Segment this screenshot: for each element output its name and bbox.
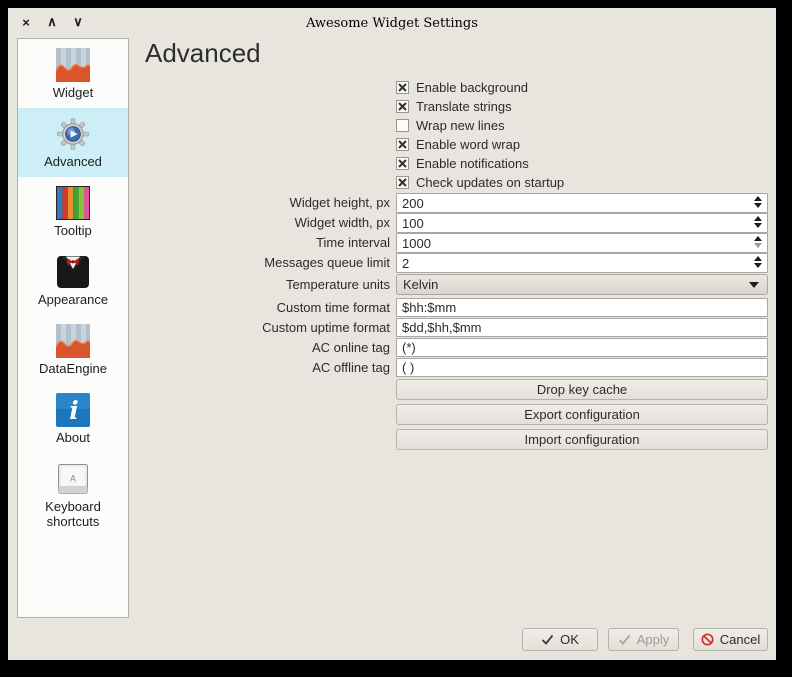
custom-time-format-row: Custom time format xyxy=(8,298,768,317)
spin-down-icon[interactable] xyxy=(754,203,762,208)
ok-button[interactable]: OK xyxy=(522,628,598,651)
window-controls: × ∧ ∨ xyxy=(18,13,86,31)
checkbox-label: Enable word wrap xyxy=(416,137,520,152)
cancel-icon xyxy=(701,633,714,646)
spinner-arrows[interactable] xyxy=(754,256,762,268)
checkbox-box[interactable] xyxy=(396,176,409,189)
window-title: Awesome Widget Settings xyxy=(8,8,776,31)
checkbox-group: Enable background Translate strings Wrap… xyxy=(396,78,564,192)
time-interval-spinbox[interactable] xyxy=(396,233,768,253)
cancel-button[interactable]: Cancel xyxy=(693,628,768,651)
spinner-arrows[interactable] xyxy=(754,196,762,208)
widget-width-row: Widget width, px xyxy=(8,213,768,233)
settings-window: × ∧ ∨ Awesome Widget Settings Widget xyxy=(8,8,776,660)
widget-height-row: Widget height, px xyxy=(8,193,768,213)
widget-height-spinbox[interactable] xyxy=(396,193,768,213)
temperature-units-row: Temperature units Kelvin xyxy=(8,274,768,295)
ac-online-tag-row: AC online tag xyxy=(8,338,768,357)
spin-up-icon[interactable] xyxy=(754,216,762,221)
check-icon xyxy=(618,634,631,645)
sidebar-item-advanced[interactable]: Advanced xyxy=(18,108,128,177)
sidebar-item-widget[interactable]: Widget xyxy=(18,39,128,108)
keyboard-key-icon: A xyxy=(56,462,90,496)
import-configuration-button[interactable]: Import configuration xyxy=(396,429,768,450)
checkbox-label: Enable notifications xyxy=(416,156,529,171)
messages-queue-limit-row: Messages queue limit xyxy=(8,253,768,273)
time-interval-row: Time interval xyxy=(8,233,768,253)
ac-online-tag-field[interactable] xyxy=(396,338,768,357)
sidebar-item-label: Advanced xyxy=(22,154,124,169)
spinner-arrows[interactable] xyxy=(754,236,762,248)
checkbox-box[interactable] xyxy=(396,81,409,94)
combobox-value: Kelvin xyxy=(403,277,749,292)
check-icon xyxy=(541,634,554,645)
chevron-down-icon xyxy=(749,282,759,288)
sidebar-item-keyboard-shortcuts[interactable]: A Keyboard shortcuts xyxy=(18,453,128,537)
widget-width-spinbox[interactable] xyxy=(396,213,768,233)
shade-down-icon[interactable]: ∨ xyxy=(70,13,86,31)
spinner-arrows[interactable] xyxy=(754,216,762,228)
spin-down-icon[interactable] xyxy=(754,263,762,268)
close-icon[interactable]: × xyxy=(18,13,34,31)
drop-key-cache-button[interactable]: Drop key cache xyxy=(396,379,768,400)
temperature-units-select[interactable]: Kelvin xyxy=(396,274,768,295)
checkbox-box[interactable] xyxy=(396,157,409,170)
temperature-units-label: Temperature units xyxy=(8,274,390,295)
checkbox-label: Translate strings xyxy=(416,99,512,114)
widget-width-label: Widget width, px xyxy=(8,213,390,233)
checkbox-box[interactable] xyxy=(396,119,409,132)
checkbox-box[interactable] xyxy=(396,138,409,151)
spin-up-icon[interactable] xyxy=(754,256,762,261)
sidebar-item-about[interactable]: i About xyxy=(18,384,128,453)
checkbox-enable-word-wrap[interactable]: Enable word wrap xyxy=(396,135,564,154)
checkbox-label: Check updates on startup xyxy=(416,175,564,190)
sidebar-item-label: Keyboard shortcuts xyxy=(22,499,124,529)
spin-down-icon[interactable] xyxy=(754,223,762,228)
ac-online-tag-label: AC online tag xyxy=(8,338,390,357)
messages-queue-limit-label: Messages queue limit xyxy=(8,253,390,273)
custom-time-format-label: Custom time format xyxy=(8,298,390,317)
checkbox-label: Wrap new lines xyxy=(416,118,505,133)
cancel-button-label: Cancel xyxy=(720,632,760,647)
sidebar-item-label: Widget xyxy=(22,85,124,100)
custom-uptime-format-label: Custom uptime format xyxy=(8,318,390,337)
spin-down-icon[interactable] xyxy=(754,243,762,248)
titlebar: × ∧ ∨ Awesome Widget Settings xyxy=(8,8,776,38)
checkbox-enable-background[interactable]: Enable background xyxy=(396,78,564,97)
widget-height-label: Widget height, px xyxy=(8,193,390,213)
info-icon: i xyxy=(56,393,90,427)
svg-text:A: A xyxy=(70,474,76,484)
page-title: Advanced xyxy=(145,38,261,68)
svg-text:i: i xyxy=(69,396,79,425)
spin-up-icon[interactable] xyxy=(754,236,762,241)
ac-offline-tag-label: AC offline tag xyxy=(8,358,390,377)
shade-up-icon[interactable]: ∧ xyxy=(44,13,60,31)
ok-button-label: OK xyxy=(560,632,579,647)
custom-uptime-format-field[interactable] xyxy=(396,318,768,337)
checkbox-enable-notifications[interactable]: Enable notifications xyxy=(396,154,564,173)
time-interval-label: Time interval xyxy=(8,233,390,253)
sidebar-item-label: About xyxy=(22,430,124,445)
checkbox-translate-strings[interactable]: Translate strings xyxy=(396,97,564,116)
checkbox-check-updates-on-startup[interactable]: Check updates on startup xyxy=(396,173,564,192)
ac-offline-tag-field[interactable] xyxy=(396,358,768,377)
custom-time-format-field[interactable] xyxy=(396,298,768,317)
apply-button[interactable]: Apply xyxy=(608,628,679,651)
apply-button-label: Apply xyxy=(637,632,670,647)
checkbox-label: Enable background xyxy=(416,80,528,95)
messages-queue-limit-spinbox[interactable] xyxy=(396,253,768,273)
checkbox-box[interactable] xyxy=(396,100,409,113)
checkbox-wrap-new-lines[interactable]: Wrap new lines xyxy=(396,116,564,135)
gear-media-icon xyxy=(56,117,90,151)
custom-uptime-format-row: Custom uptime format xyxy=(8,318,768,337)
chart-icon xyxy=(56,48,90,82)
spin-up-icon[interactable] xyxy=(754,196,762,201)
export-configuration-button[interactable]: Export configuration xyxy=(396,404,768,425)
ac-offline-tag-row: AC offline tag xyxy=(8,358,768,377)
